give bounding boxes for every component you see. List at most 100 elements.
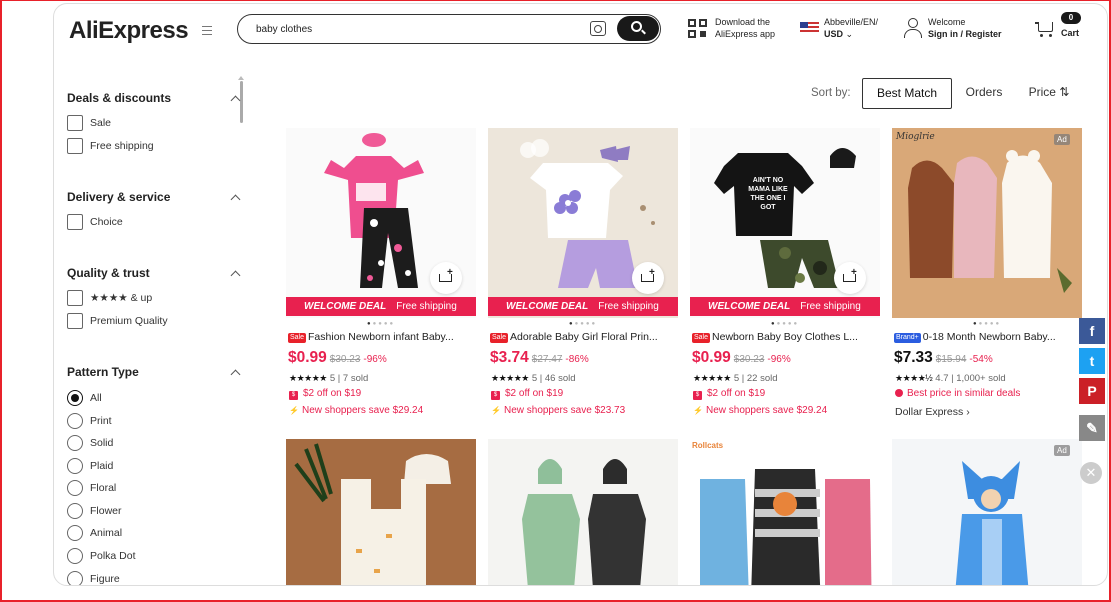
close-icon[interactable]: ✕ (1080, 462, 1102, 484)
price: $0.99 (692, 349, 731, 366)
search-input[interactable] (256, 20, 556, 38)
discount: -96% (767, 354, 791, 365)
add-to-cart-button[interactable]: + (834, 262, 866, 294)
coupon: $2 off on $19 (693, 388, 765, 400)
product-card[interactable] (286, 439, 476, 585)
radio-floral[interactable] (67, 480, 83, 496)
rating-row: ★★★★★ 5 | 22 sold (693, 373, 778, 384)
star-rating-icon: ★★★★★ (693, 373, 731, 383)
checkbox-choice[interactable] (67, 214, 83, 230)
sort-price[interactable]: Price ⇅ (1022, 78, 1076, 109)
product-image[interactable]: Rollcats (690, 439, 880, 585)
pinterest-share-icon[interactable]: P (1079, 378, 1105, 404)
filter-label-sale: Sale (90, 117, 112, 129)
cart-count-badge: 0 (1061, 12, 1081, 24)
product-card[interactable]: Ad (892, 439, 1082, 585)
product-image[interactable]: Mioglrie Ad (892, 128, 1082, 318)
chevron-down-icon: ⌄ (845, 29, 854, 39)
checkbox-sale[interactable] (67, 115, 83, 131)
radio-figure[interactable] (67, 571, 83, 585)
chevron-up-icon[interactable] (230, 95, 241, 106)
product-title[interactable]: Sale Newborn Baby Boy Clothes L... (692, 331, 880, 343)
aliexpress-logo[interactable]: AliExpress (69, 17, 189, 45)
new-shopper-promo: New shoppers save $23.73 (491, 405, 625, 416)
ad-badge: Ad (1054, 134, 1070, 145)
radio-flower[interactable] (67, 503, 83, 519)
old-price: $15.94 (935, 354, 967, 365)
signin-register-link[interactable]: Sign in / Register (928, 28, 1002, 40)
radio-animal[interactable] (67, 525, 83, 541)
scroll-up-arrow[interactable] (238, 76, 244, 80)
radio-print[interactable] (67, 413, 83, 429)
brand-logo: Rollcats (692, 441, 724, 450)
price-row: $0.99 $30.23 -96% (692, 349, 791, 367)
add-to-cart-button[interactable]: + (632, 262, 664, 294)
filter-label-free-shipping: Free shipping (90, 140, 154, 152)
pattern-label-animal: Animal (90, 527, 123, 539)
menu-icon[interactable] (202, 26, 212, 35)
new-shopper-promo: New shoppers save $29.24 (289, 405, 423, 416)
cart-label[interactable]: Cart (1061, 28, 1079, 38)
checkbox-free-shipping[interactable] (67, 138, 83, 154)
product-image[interactable] (488, 439, 678, 585)
product-title[interactable]: Sale Adorable Baby Girl Floral Prin... (490, 331, 678, 343)
sort-orders[interactable]: Orders (957, 78, 1011, 109)
coupon: $2 off on $19 (491, 388, 563, 400)
checkbox-premium-quality[interactable] (67, 313, 83, 329)
coupon: $2 off on $19 (289, 388, 361, 400)
add-to-cart-button[interactable]: + (430, 262, 462, 294)
sort-price-label: Price (1028, 85, 1056, 99)
radio-all[interactable] (67, 390, 83, 406)
product-title-text: Newborn Baby Boy Clothes L... (712, 331, 858, 343)
price: $7.33 (894, 349, 933, 366)
new-shopper-promo: New shoppers save $29.24 (693, 405, 827, 416)
sort-best-match[interactable]: Best Match (862, 78, 952, 109)
chevron-up-icon[interactable] (230, 369, 241, 380)
checkbox-four-stars[interactable] (67, 290, 83, 306)
cart-icon[interactable] (1035, 19, 1057, 37)
search-bar (237, 14, 661, 44)
account-link[interactable]: Welcome Sign in / Register (928, 16, 1002, 40)
twitter-share-icon[interactable]: t (1079, 348, 1105, 374)
product-card[interactable]: Rollcats (690, 439, 880, 585)
image-carousel-dots[interactable]: ●●●●● (286, 321, 476, 327)
image-carousel-dots[interactable]: ●●●●● (892, 321, 1082, 327)
pattern-label-print: Print (90, 415, 112, 427)
download-app-link[interactable]: Download the AliExpress app (715, 16, 775, 40)
chevron-up-icon[interactable] (230, 270, 241, 281)
image-carousel-dots[interactable]: ●●●●● (690, 321, 880, 327)
deal-text: Free shipping (598, 301, 659, 312)
radio-solid[interactable] (67, 435, 83, 451)
product-title[interactable]: Sale Fashion Newborn infant Baby... (288, 331, 476, 343)
sold-count: 46 sold (544, 373, 576, 384)
chevron-up-icon[interactable] (230, 194, 241, 205)
edit-icon[interactable]: ✎ (1079, 415, 1105, 441)
sold-count: 22 sold (746, 373, 778, 384)
deal-text: Free shipping (800, 301, 861, 312)
pattern-label-figure: Figure (90, 573, 120, 585)
product-image[interactable]: Ad (892, 439, 1082, 585)
product-image[interactable] (286, 439, 476, 585)
user-icon[interactable] (903, 18, 922, 38)
rating-row: ★★★★½ 4.7 | 1,000+ sold (895, 373, 1006, 384)
filter-title-pattern: Pattern Type (67, 365, 139, 379)
pattern-label-polka-dot: Polka Dot (90, 550, 136, 562)
pattern-label-floral: Floral (90, 482, 117, 494)
star-rating-icon: ★★★★½ (895, 373, 933, 383)
qr-code-icon[interactable] (688, 19, 708, 39)
pattern-label-solid: Solid (90, 437, 114, 449)
radio-plaid[interactable] (67, 458, 83, 474)
region-currency-selector[interactable]: Abbeville/EN/ USD ⌄ (824, 16, 878, 40)
facebook-share-icon[interactable]: f (1079, 318, 1105, 344)
product-card[interactable] (488, 439, 678, 585)
sidebar-scrollbar[interactable] (240, 81, 243, 123)
image-carousel-dots[interactable]: ●●●●● (488, 321, 678, 327)
price-row: $3.74 $27.47 -86% (490, 349, 589, 367)
store-link[interactable]: Dollar Express › (895, 406, 970, 418)
camera-search-icon[interactable] (590, 21, 606, 36)
rating-value: 5 (733, 373, 740, 384)
product-title[interactable]: Brand+ 0-18 Month Newborn Baby... (894, 331, 1082, 343)
filter-label-choice: Choice (90, 216, 123, 228)
search-button[interactable] (617, 16, 659, 41)
radio-polka-dot[interactable] (67, 548, 83, 564)
